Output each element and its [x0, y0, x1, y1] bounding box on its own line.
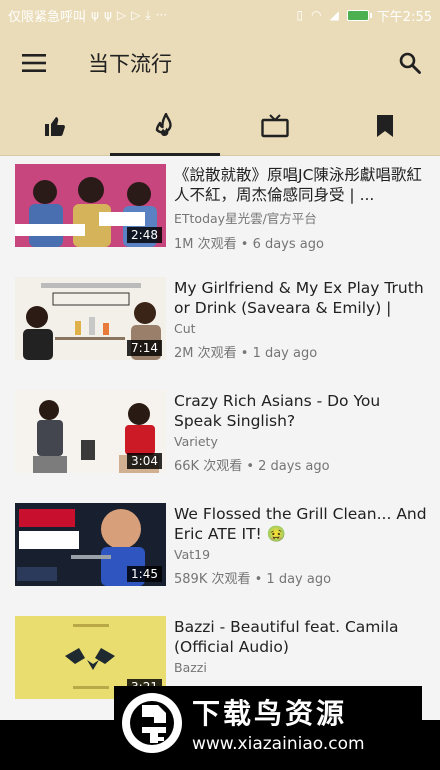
search-icon[interactable] [386, 39, 434, 87]
usb-icon: ψ [91, 8, 99, 22]
video-info[interactable]: We Flossed the Grill Clean... And Eric A… [174, 504, 430, 587]
video-channel: Vat19 [174, 547, 211, 562]
status-right: ▯ ◠ ◢ 下午2:55 [296, 6, 432, 25]
video-views: 1M 次观看 [174, 237, 237, 252]
vibrate-icon: ▯ [296, 8, 304, 22]
video-views: 589K 次观看 [174, 572, 251, 587]
tab-trending[interactable] [110, 96, 220, 156]
video-duration: 2:48 [127, 227, 162, 243]
video-thumbnail[interactable]: 3:04 [15, 390, 166, 473]
thumbs-up-icon [45, 117, 65, 136]
video-thumbnail[interactable]: 2:48 [15, 164, 166, 247]
video-item[interactable]: 7:14 My Girlfriend & My Ex Play Truth or… [0, 269, 440, 382]
video-thumbnail[interactable]: 7:14 [15, 277, 166, 360]
menu-icon[interactable] [10, 39, 58, 87]
video-age: 1 day ago [266, 572, 332, 587]
video-channel: Variety [174, 434, 218, 449]
wifi-icon: ◠ [311, 8, 322, 22]
tab-tv[interactable] [220, 96, 330, 156]
video-meta: 1M 次观看 • 6 days ago [174, 237, 324, 252]
video-age: 2 days ago [258, 459, 330, 474]
video-title[interactable]: My Girlfriend & My Ex Play Truth or Drin… [174, 278, 430, 318]
video-title[interactable]: Bazzi - Beautiful feat. Camila (Official… [174, 617, 430, 657]
video-title[interactable]: We Flossed the Grill Clean... And Eric A… [174, 504, 430, 544]
watermark: 下载鸟资源 www.xiazainiao.com [114, 686, 422, 760]
download-icon: ⤓ [145, 7, 151, 22]
video-title[interactable]: 《說散就散》原唱JC陳泳彤獻唱歌紅人不紅，周杰倫感同身受 | ... [174, 165, 430, 205]
usb-icon: ψ [103, 8, 112, 22]
tab-saved[interactable] [330, 96, 440, 156]
video-duration: 7:14 [127, 340, 162, 356]
video-channel: ETtoday星光雲/官方平台 [174, 211, 317, 226]
signal-icon: ◢ [329, 8, 339, 22]
video-info[interactable]: Crazy Rich Asians - Do You Speak Singlis… [174, 391, 430, 474]
tab-liked[interactable] [0, 96, 110, 156]
watermark-url: www.xiazainiao.com [192, 734, 365, 754]
video-age: 6 days ago [252, 237, 324, 252]
status-time: 下午2:55 [376, 9, 432, 25]
battery-icon [346, 9, 372, 21]
play-icon: ▷ [131, 8, 141, 22]
video-meta: 589K 次观看 • 1 day ago [174, 572, 332, 587]
video-channel: Cut [174, 321, 196, 336]
video-item[interactable]: 1:45 We Flossed the Grill Clean... And E… [0, 495, 440, 608]
video-item[interactable]: 2:48 《說散就散》原唱JC陳泳彤獻唱歌紅人不紅，周杰倫感同身受 | ... … [0, 156, 440, 269]
video-info[interactable]: 《說散就散》原唱JC陳泳彤獻唱歌紅人不紅，周杰倫感同身受 | ... ETtod… [174, 165, 430, 252]
video-item[interactable]: 3:04 Crazy Rich Asians - Do You Speak Si… [0, 382, 440, 495]
watermark-logo-icon [122, 693, 182, 753]
video-channel: Bazzi [174, 660, 207, 675]
bookmark-icon [377, 115, 393, 137]
app-bar: 当下流行 [0, 30, 440, 96]
video-duration: 1:45 [127, 566, 162, 582]
watermark-title: 下载鸟资源 [192, 697, 348, 730]
video-list[interactable]: 2:48 《說散就散》原唱JC陳泳彤獻唱歌紅人不紅，周杰倫感同身受 | ... … [0, 156, 440, 720]
video-info[interactable]: Bazzi - Beautiful feat. Camila (Official… [174, 617, 430, 675]
tv-icon [261, 114, 289, 138]
fire-icon [155, 113, 172, 136]
video-title[interactable]: Crazy Rich Asians - Do You Speak Singlis… [174, 391, 430, 431]
play-icon: ▷ [116, 8, 127, 22]
status-bar: 仅限紧急呼叫 ψ ψ ▷ ▷ ⤓ ··· ▯ ◠ ◢ 下午2:55 [0, 0, 440, 30]
page-title: 当下流行 [88, 52, 172, 76]
video-meta: 2M 次观看 • 1 day ago [174, 346, 318, 361]
video-meta: 66K 次观看 • 2 days ago [174, 459, 330, 474]
video-age: 1 day ago [252, 346, 318, 361]
more-icon: ··· [155, 8, 168, 22]
status-left: 仅限紧急呼叫 ψ ψ ▷ ▷ ⤓ ··· [8, 6, 167, 25]
video-views: 2M 次观看 [174, 346, 237, 361]
status-text: 仅限紧急呼叫 [8, 9, 87, 25]
video-thumbnail[interactable]: 1:45 [15, 503, 166, 586]
watermark-text: 下载鸟资源 www.xiazainiao.com [192, 692, 365, 754]
tab-bar [0, 96, 440, 156]
video-views: 66K 次观看 [174, 459, 243, 474]
video-duration: 3:04 [127, 453, 162, 469]
video-info[interactable]: My Girlfriend & My Ex Play Truth or Drin… [174, 278, 430, 361]
